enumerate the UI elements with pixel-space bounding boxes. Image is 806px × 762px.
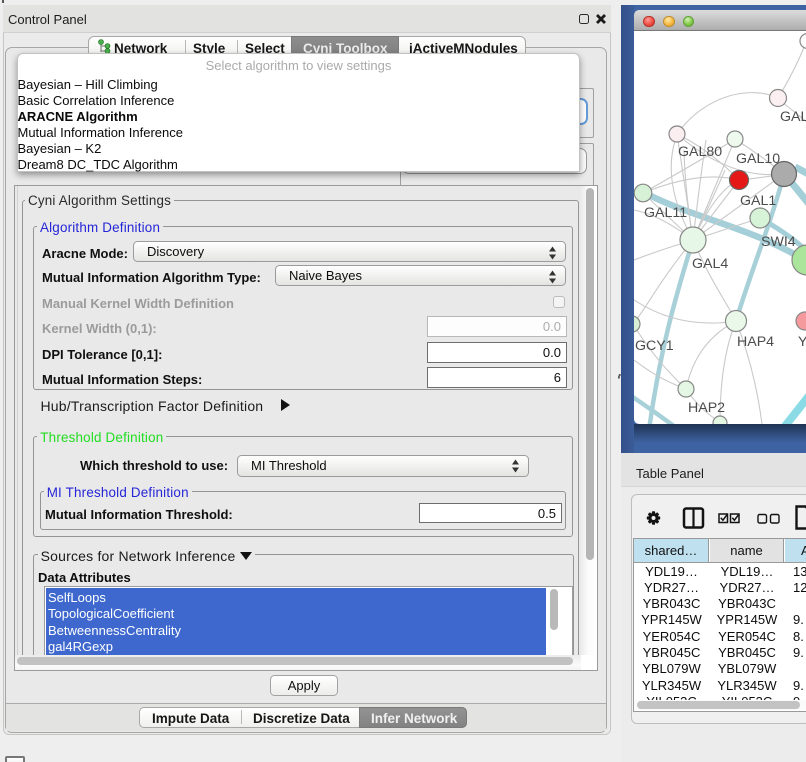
svg-text:GCY1: GCY1: [635, 338, 674, 354]
svg-text:GAL4: GAL4: [692, 256, 728, 272]
svg-text:GAL2: GAL2: [780, 109, 806, 125]
svg-text:GAL80: GAL80: [678, 144, 722, 160]
svg-text:HAP4: HAP4: [737, 334, 774, 350]
svg-text:HAP2: HAP2: [688, 400, 725, 416]
svg-text:GAL11: GAL11: [644, 205, 687, 221]
svg-text:Y: Y: [798, 334, 806, 350]
svg-text:GAL1: GAL1: [740, 193, 776, 209]
svg-text:SWI4: SWI4: [761, 234, 796, 250]
svg-text:GAL10: GAL10: [736, 151, 780, 167]
